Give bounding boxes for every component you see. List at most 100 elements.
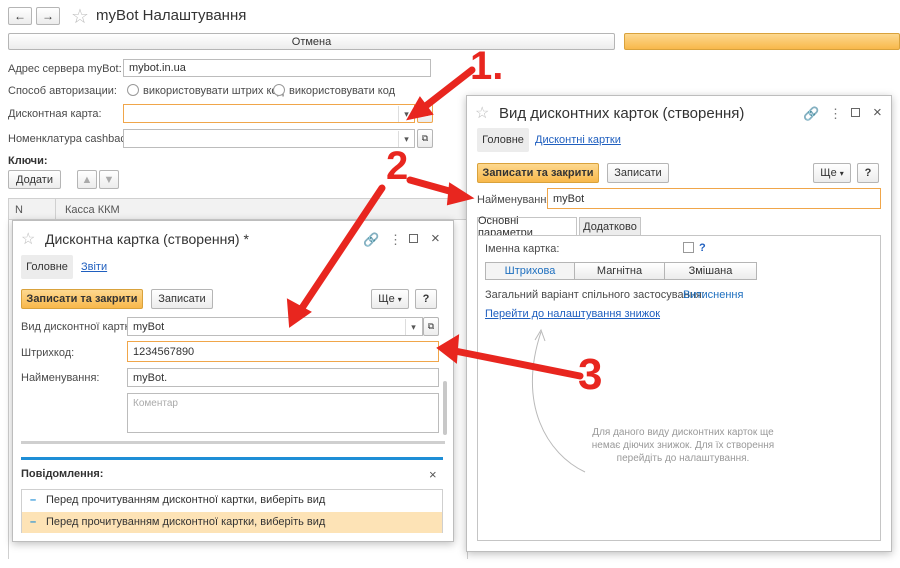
save-close-button[interactable]: Записати та закрити (477, 163, 599, 183)
named-card-help[interactable]: ? (699, 242, 706, 254)
server-input[interactable]: mybot.in.ua (123, 59, 431, 77)
auth-option-barcode-label: використовувати штрих код (143, 85, 284, 97)
forward-button[interactable]: → (36, 7, 60, 25)
barcode-label: Штрихкод: (21, 347, 75, 359)
more-vertical-icon[interactable]: ⋮ (829, 107, 842, 120)
subtab-main-params[interactable]: Основні параметри (477, 215, 577, 239)
link-icon[interactable]: 🔗 (803, 107, 819, 120)
favorite-star-icon[interactable]: ☆ (21, 229, 35, 249)
segment-magnetic[interactable]: Магнітна (574, 262, 665, 280)
kind-label: Вид дисконтної картки: (21, 321, 139, 333)
favorite-star-icon[interactable]: ☆ (71, 4, 89, 29)
maximize-icon[interactable] (409, 234, 418, 243)
column-divider (55, 199, 56, 219)
dropdown-arrow-icon[interactable]: ▾ (398, 106, 414, 122)
open-window-icon: ⧉ (427, 321, 435, 331)
messages-list: – Перед прочитуванням дисконтної картки,… (21, 489, 443, 533)
name-input[interactable]: myBot. (127, 368, 439, 387)
help-button[interactable]: ? (415, 289, 437, 309)
discount-card-input[interactable] (123, 104, 415, 123)
list-item[interactable]: – Перед прочитуванням дисконтної картки,… (22, 512, 442, 533)
arrow-down-icon: ▼ (103, 173, 115, 186)
chevron-down-icon: ▾ (839, 168, 844, 178)
name-label: Найменування: (21, 372, 100, 384)
message-text: Перед прочитуванням дисконтної картки, в… (46, 494, 326, 506)
tab-main[interactable]: Головне (477, 128, 529, 152)
card-kind-window: ☆ Вид дисконтних карток (створення) 🔗 ⋮ … (466, 95, 892, 552)
name-label: Найменування: (477, 194, 556, 206)
list-item[interactable]: – Перед прочитуванням дисконтної картки,… (22, 490, 442, 511)
annotation-number-3: 3 (578, 350, 603, 399)
keys-label: Ключи: (8, 155, 48, 167)
close-icon[interactable]: × (873, 105, 882, 120)
tab-main[interactable]: Головне (21, 255, 73, 279)
vertical-scrollbar[interactable] (443, 381, 447, 435)
discount-settings-link[interactable]: Перейти до налаштування знижок (485, 308, 660, 320)
tab-discount-cards[interactable]: Дисконтні картки (535, 134, 621, 146)
ok-button[interactable] (624, 33, 900, 50)
table-header-n: N (15, 204, 23, 216)
open-window-icon: ⧉ (421, 108, 429, 118)
message-dash-icon: – (30, 516, 37, 528)
window-title: Вид дисконтних карток (створення) (499, 105, 745, 122)
tab-reports[interactable]: Звіти (81, 261, 107, 273)
server-label: Адрес сервера myBot: (8, 63, 122, 75)
arrow-up-icon: ▲ (81, 173, 93, 186)
variant-label: Загальний варіант спільного застосування… (485, 289, 705, 301)
save-button[interactable]: Записати (151, 289, 213, 309)
chevron-down-icon: ▾ (397, 294, 402, 304)
messages-title: Повідомлення: (21, 468, 104, 480)
save-button[interactable]: Записати (607, 163, 669, 183)
maximize-icon[interactable] (851, 108, 860, 117)
more-vertical-icon[interactable]: ⋮ (389, 233, 402, 246)
message-text: Перед прочитуванням дисконтної картки, в… (46, 516, 326, 528)
comment-placeholder: Коментар (133, 398, 178, 409)
back-button[interactable]: ← (8, 7, 32, 25)
annotation-number-1: 1. (470, 44, 504, 88)
variant-value-link[interactable]: Витиснення (683, 289, 743, 301)
keys-table: N Касса ККМ (8, 198, 468, 220)
segment-barcode[interactable]: Штрихова (485, 262, 575, 280)
add-key-button[interactable]: Додати (8, 170, 61, 189)
name-input[interactable]: myBot (547, 188, 881, 209)
close-icon[interactable]: × (429, 468, 437, 481)
auth-radio-barcode[interactable] (127, 84, 139, 96)
open-kind-button[interactable]: ⧉ (423, 317, 439, 336)
open-nomenclature-button[interactable]: ⧉ (417, 129, 433, 148)
more-button[interactable]: Ще ▾ (813, 163, 851, 183)
nomenclature-label: Номенклатура cashback: (8, 133, 135, 145)
link-icon[interactable]: 🔗 (363, 233, 379, 246)
auth-option-code-label: використовувати код (289, 85, 396, 97)
kind-input[interactable]: myBot (127, 317, 423, 336)
messages-divider (21, 457, 443, 460)
favorite-star-icon[interactable]: ☆ (475, 103, 489, 123)
more-button[interactable]: Ще ▾ (371, 289, 409, 309)
close-icon[interactable]: × (431, 231, 440, 246)
save-close-button[interactable]: Записати та закрити (21, 289, 143, 309)
auth-radio-code[interactable] (273, 84, 285, 96)
horizontal-scrollbar[interactable] (21, 441, 445, 444)
arrow-left-icon: ← (14, 9, 26, 23)
hint-text: Для даного виду дисконтних карток ще нем… (591, 427, 775, 464)
arrow-right-icon: → (42, 9, 54, 23)
dropdown-arrow-icon[interactable]: ▾ (405, 319, 421, 335)
named-card-checkbox[interactable] (683, 242, 694, 253)
cancel-button[interactable]: Отмена (8, 33, 615, 50)
segment-mixed[interactable]: Змішана (664, 262, 757, 280)
window-title: Дисконтна картка (створення) * (45, 231, 249, 247)
help-button[interactable]: ? (857, 163, 879, 183)
comment-textarea[interactable]: Коментар (127, 393, 439, 433)
open-window-icon: ⧉ (421, 133, 429, 143)
discount-card-label: Дисконтная карта: (8, 108, 102, 120)
message-dash-icon: – (30, 494, 37, 506)
move-up-button[interactable]: ▲ (77, 170, 97, 189)
move-down-button[interactable]: ▼ (99, 170, 119, 189)
more-label: Ще (378, 293, 395, 305)
table-header-kkm: Касса ККМ (65, 204, 120, 216)
nomenclature-input[interactable] (123, 129, 415, 148)
annotation-number-2: 2 (386, 144, 409, 188)
barcode-input[interactable]: 1234567890 (127, 341, 439, 362)
open-card-button[interactable]: ⧉ (417, 104, 433, 123)
subtab-additional[interactable]: Додатково (579, 217, 641, 236)
discount-card-window: ☆ Дисконтна картка (створення) * 🔗 ⋮ × Г… (12, 220, 454, 542)
